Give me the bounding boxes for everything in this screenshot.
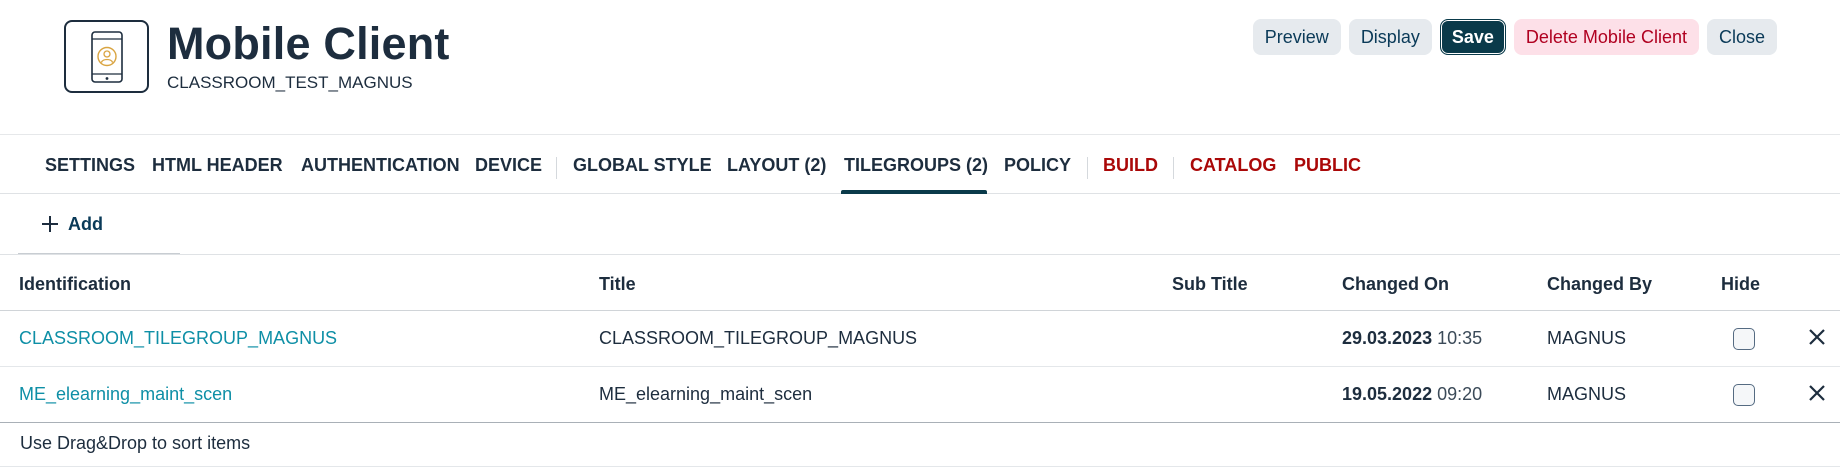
tab-device[interactable]: DEVICE — [475, 155, 542, 176]
column-header-identification[interactable]: Identification — [19, 274, 131, 295]
delete-icon[interactable] — [1805, 381, 1829, 405]
drag-drop-hint: Use Drag&Drop to sort items — [20, 433, 251, 453]
preview-button[interactable]: Preview — [1252, 19, 1341, 55]
delete-icon[interactable] — [1805, 325, 1829, 349]
changed-by-cell: MAGNUS — [1547, 328, 1627, 348]
add-button[interactable]: Add — [40, 206, 103, 242]
table-row[interactable]: CLASSROOM_TILEGROUP_MAGNUS CLASSROOM_TIL… — [0, 311, 1840, 367]
changed-on-date: 19.05.2022 — [1342, 384, 1433, 404]
tab-global-style[interactable]: GLOBAL STYLE — [573, 155, 712, 176]
tab-layout[interactable]: LAYOUT (2) — [727, 155, 826, 176]
tab-separator — [556, 157, 557, 179]
changed-on-time: 10:35 — [1437, 328, 1483, 348]
tab-separator — [1087, 157, 1088, 179]
delete-mobile-client-button[interactable]: Delete Mobile Client — [1513, 19, 1699, 55]
header-actions: Preview Display Save Delete Mobile Clien… — [1252, 19, 1777, 55]
add-button-label: Add — [68, 213, 103, 234]
save-button[interactable]: Save — [1439, 19, 1506, 55]
changed-on-cell: 29.03.2023 10:35 — [1342, 328, 1482, 349]
tab-settings[interactable]: SETTINGS — [45, 155, 135, 176]
avatar — [64, 20, 149, 93]
column-header-sub-title[interactable]: Sub Title — [1172, 274, 1248, 295]
column-header-hide[interactable]: Hide — [1721, 274, 1760, 295]
plus-icon — [42, 216, 58, 232]
object-header: Mobile Client CLASSROOM_TEST_MAGNUS Prev… — [0, 0, 1840, 134]
title-cell: CLASSROOM_TILEGROUP_MAGNUS — [599, 328, 918, 348]
close-button[interactable]: Close — [1706, 19, 1777, 55]
changed-on-cell: 19.05.2022 09:20 — [1342, 384, 1482, 405]
hide-checkbox[interactable] — [1733, 328, 1755, 350]
changed-on-time: 09:20 — [1437, 384, 1483, 404]
display-button[interactable]: Display — [1348, 19, 1432, 55]
page-subtitle: CLASSROOM_TEST_MAGNUS — [167, 73, 413, 92]
tab-public[interactable]: PUBLIC — [1294, 155, 1361, 176]
tab-authentication[interactable]: AUTHENTICATION — [301, 155, 460, 176]
column-header-changed-by[interactable]: Changed By — [1547, 274, 1652, 295]
page-title: Mobile Client — [167, 18, 450, 69]
tab-separator — [1173, 157, 1174, 179]
table-header: Identification Title Sub Title Changed O… — [0, 254, 1840, 311]
column-header-title[interactable]: Title — [599, 274, 636, 295]
title-cell: ME_elearning_maint_scen — [599, 384, 813, 404]
table-footer: Use Drag&Drop to sort items — [0, 424, 1840, 467]
tilegroups-table: Identification Title Sub Title Changed O… — [0, 254, 1840, 423]
column-header-changed-on[interactable]: Changed On — [1342, 274, 1449, 295]
tab-html-header[interactable]: HTML HEADER — [152, 155, 283, 176]
identification-link[interactable]: CLASSROOM_TILEGROUP_MAGNUS — [19, 328, 337, 349]
tab-bar: SETTINGS HTML HEADER AUTHENTICATION DEVI… — [0, 134, 1840, 194]
changed-on-date: 29.03.2023 — [1342, 328, 1433, 348]
tab-policy[interactable]: POLICY — [1004, 155, 1071, 176]
tab-tilegroups[interactable]: TILEGROUPS (2) — [844, 155, 988, 176]
changed-by-cell: MAGNUS — [1547, 384, 1627, 404]
tablet-user-icon — [91, 31, 123, 83]
table-toolbar: Add — [0, 194, 1840, 254]
identification-link[interactable]: ME_elearning_maint_scen — [19, 384, 232, 405]
hide-checkbox[interactable] — [1733, 384, 1755, 406]
tab-build[interactable]: BUILD — [1103, 155, 1158, 176]
table-row[interactable]: ME_elearning_maint_scen ME_elearning_mai… — [0, 367, 1840, 423]
tab-catalog[interactable]: CATALOG — [1190, 155, 1276, 176]
